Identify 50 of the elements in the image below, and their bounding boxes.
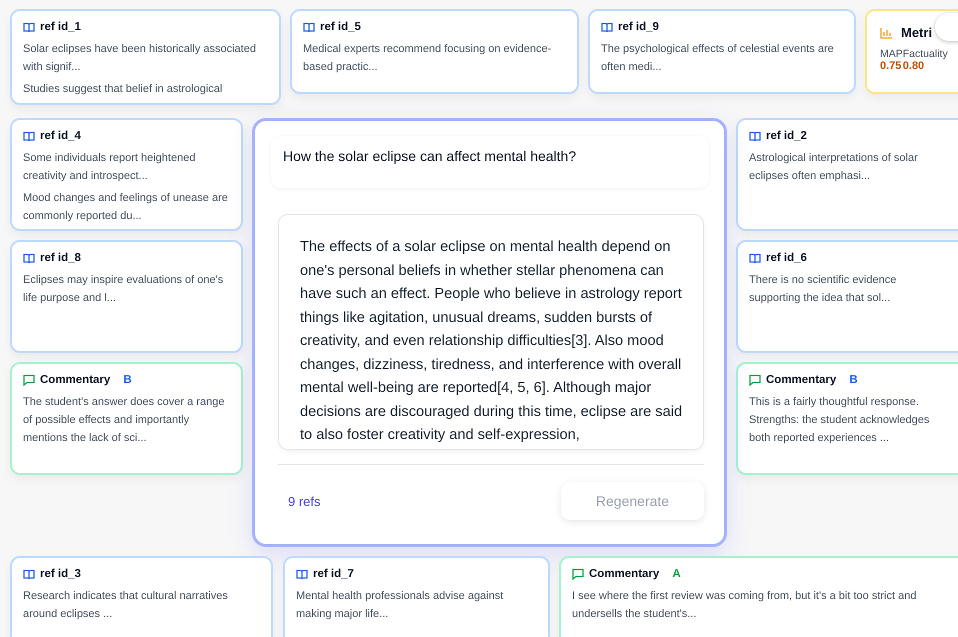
card-text: Some individuals report heightened creativity and introspect... [23, 151, 196, 184]
metric-label: MAP [880, 48, 903, 60]
card-text: The psychological effects of celestial events are often medi... [601, 42, 835, 75]
grade-label: A [672, 568, 681, 580]
card-title: Commentary [40, 374, 110, 386]
card-text: Astrological interpretations of solar eclipses often emphasi... [749, 151, 919, 184]
metric-label: Factuality [902, 48, 948, 60]
book-icon [749, 130, 761, 142]
metric-value: 0.75 [880, 60, 902, 72]
book-icon [23, 22, 35, 32]
card-text: The student's answer does cover a range of possible effects and importantly mentions the lack of sci... [23, 395, 226, 446]
question-text: How the solar eclipse can affect mental health? [271, 136, 709, 188]
card-text: Studies suggest that belief in astrological [23, 82, 224, 97]
book-icon [749, 252, 761, 264]
card-text: Solar eclipses have been historically associated with signif... [23, 42, 257, 75]
card-text: Mental health professionals advise against making major life... [296, 589, 504, 622]
card-text: Eclipses may inspire evaluations of one's life purpose and l... [23, 273, 224, 306]
card-text: Mood changes and feelings of unease are commonly reported du... [23, 191, 229, 224]
grade-label: B [123, 374, 132, 386]
card-title: ref id_7 [313, 568, 354, 580]
book-icon [296, 568, 308, 580]
card-text: This is a fairly thoughtful response. Strengths: the student acknowledges both reported experiences ... [749, 395, 930, 446]
card-text: Medical experts recommend focusing on evidence-based practic... [303, 42, 552, 75]
card-title: Commentary [766, 374, 836, 386]
card-text: There is no scientific evidence supporting the idea that sol... [749, 273, 898, 306]
book-icon [23, 568, 35, 580]
metric-value: 0.80 [902, 60, 926, 72]
card-text: Research indicates that cultural narratives around eclipses ... [23, 589, 229, 622]
card-text: I see where the first review was coming from, but it's a bit too strict and undersells the student's... [572, 589, 918, 622]
book-icon [23, 252, 35, 264]
speech-bubble-icon [572, 568, 584, 580]
card-title: ref id_6 [766, 252, 807, 264]
metrics-title: Metri [901, 25, 932, 40]
card-title: ref id_3 [40, 568, 81, 580]
card-title: ref id_5 [320, 21, 361, 33]
card-title: ref id_9 [618, 21, 659, 33]
bar-chart-icon [880, 26, 893, 38]
book-icon [303, 22, 315, 32]
refs-link[interactable]: 9 refs [288, 494, 321, 508]
speech-bubble-icon [23, 374, 35, 386]
book-icon [23, 130, 35, 142]
card-title: ref id_2 [766, 130, 807, 142]
card-title: ref id_8 [40, 252, 81, 264]
card-title: Commentary [589, 568, 660, 580]
speech-bubble-icon [749, 374, 761, 386]
grade-label: B [849, 374, 858, 386]
card-title: ref id_1 [40, 21, 81, 33]
answer-text: The effects of a solar eclipse on mental health depend on one's personal beliefs in whether stellar phenomena can have such an effect. People who believe in astrology report things like agitation, unusual dreams, sudden bursts of creativity, and even relationship difficulties[3]. Also mood changes, dizziness, tiredness, and interference with overall mental well-being are reported[4, 5, 6]. Although major decisions are discouraged during this time, eclipse are said to also foster creativity and self-expression, [278, 214, 704, 450]
book-icon [601, 22, 613, 32]
card-title: ref id_4 [40, 130, 81, 142]
